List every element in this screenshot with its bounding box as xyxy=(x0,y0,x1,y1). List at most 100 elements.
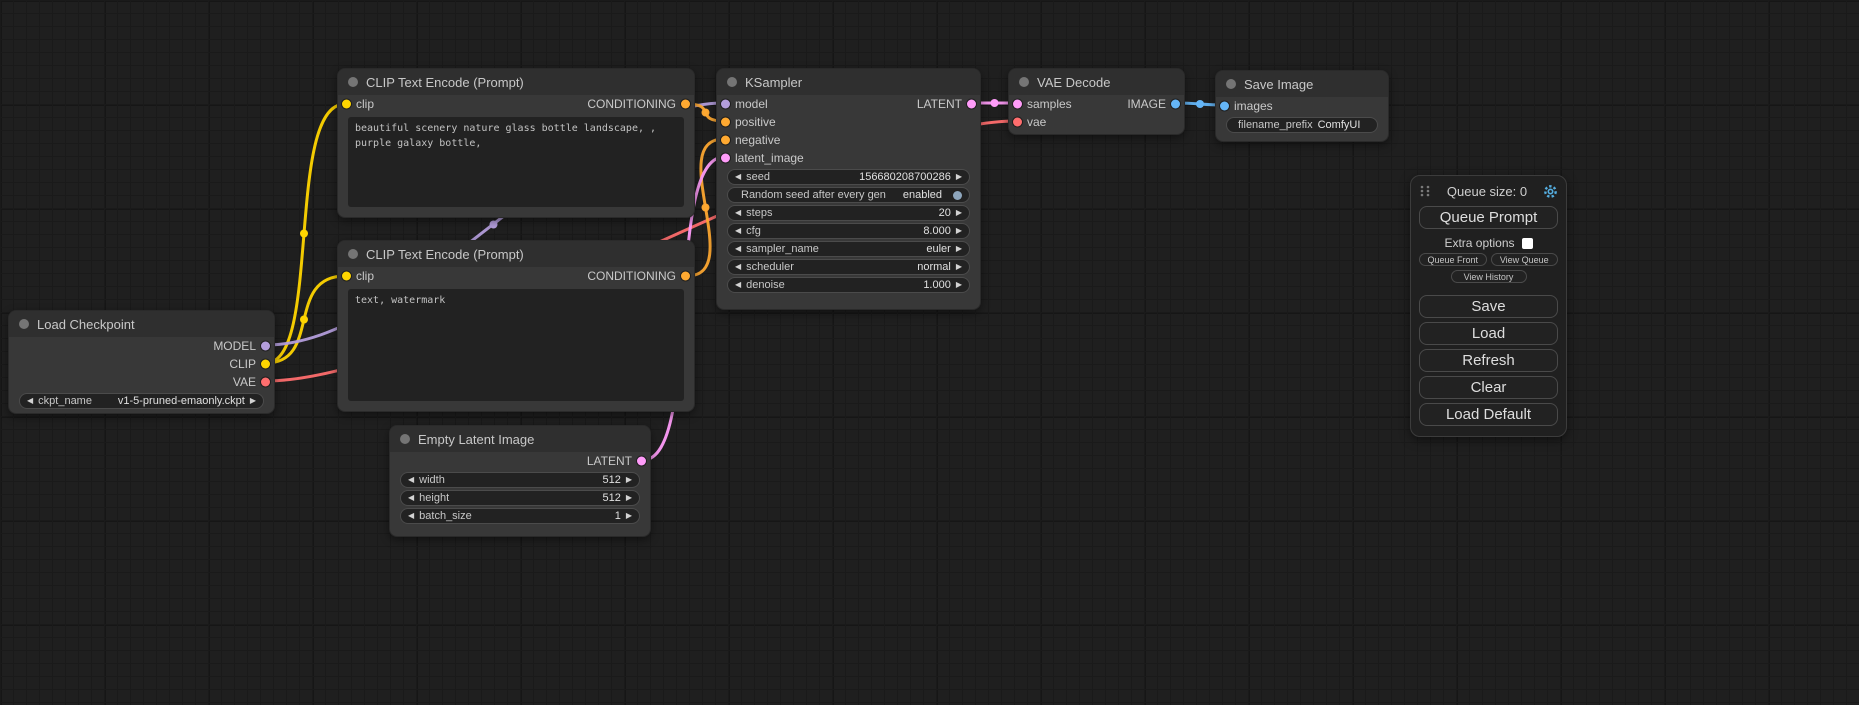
node-title: Load Checkpoint xyxy=(37,317,135,332)
node-title-bar[interactable]: Empty Latent Image xyxy=(390,426,650,452)
increment-arrow-icon[interactable]: ▶ xyxy=(250,397,256,405)
output-label-conditioning: CONDITIONING xyxy=(587,97,676,111)
node-title-bar[interactable]: Save Image xyxy=(1216,71,1388,97)
node-title-bar[interactable]: KSampler xyxy=(717,69,980,95)
input-port-images[interactable] xyxy=(1220,102,1229,111)
widget-cfg[interactable]: ◀ cfg 8.000 ▶ xyxy=(727,223,970,239)
widget-name: steps xyxy=(746,207,772,219)
decrement-arrow-icon[interactable]: ◀ xyxy=(735,263,741,271)
widget-denoise[interactable]: ◀ denoise 1.000 ▶ xyxy=(727,277,970,293)
drag-handle-icon[interactable] xyxy=(1419,184,1431,198)
node-clip-text-encode-positive[interactable]: CLIP Text Encode (Prompt) clip CONDITION… xyxy=(337,68,695,218)
decrement-arrow-icon[interactable]: ◀ xyxy=(408,476,414,484)
node-load-checkpoint[interactable]: Load Checkpoint MODEL CLIP VAE ◀ ckpt_na… xyxy=(8,310,275,414)
output-port-conditioning[interactable] xyxy=(681,100,690,109)
collapse-dot-icon[interactable] xyxy=(1226,79,1236,89)
input-label-latent-image: latent_image xyxy=(735,151,804,165)
output-port-conditioning[interactable] xyxy=(681,272,690,281)
node-vae-decode[interactable]: VAE Decode samples IMAGE vae xyxy=(1008,68,1185,135)
decrement-arrow-icon[interactable]: ◀ xyxy=(735,281,741,289)
graph-canvas[interactable]: Load Checkpoint MODEL CLIP VAE ◀ ckpt_na… xyxy=(0,0,1859,705)
node-title: CLIP Text Encode (Prompt) xyxy=(366,75,524,90)
increment-arrow-icon[interactable]: ▶ xyxy=(626,476,632,484)
negative-prompt-textarea[interactable]: text, watermark xyxy=(348,289,684,401)
output-label-clip: CLIP xyxy=(229,357,256,371)
load-button[interactable]: Load xyxy=(1419,322,1558,345)
widget-random-seed-toggle[interactable]: Random seed after every gen enabled xyxy=(727,187,970,203)
decrement-arrow-icon[interactable]: ◀ xyxy=(408,494,414,502)
input-port-samples[interactable] xyxy=(1013,100,1022,109)
toggle-dot-icon[interactable] xyxy=(953,191,962,200)
collapse-dot-icon[interactable] xyxy=(19,319,29,329)
node-title-bar[interactable]: VAE Decode xyxy=(1009,69,1184,95)
input-port-model[interactable] xyxy=(721,100,730,109)
output-port-latent[interactable] xyxy=(967,100,976,109)
queue-front-button[interactable]: Queue Front xyxy=(1419,253,1487,266)
node-empty-latent-image[interactable]: Empty Latent Image LATENT ◀ width 512 ▶ … xyxy=(389,425,651,537)
input-port-positive[interactable] xyxy=(721,118,730,127)
widget-sampler-name[interactable]: ◀ sampler_name euler ▶ xyxy=(727,241,970,257)
increment-arrow-icon[interactable]: ▶ xyxy=(956,209,962,217)
increment-arrow-icon[interactable]: ▶ xyxy=(626,512,632,520)
input-port-negative[interactable] xyxy=(721,136,730,145)
settings-gear-icon[interactable] xyxy=(1543,184,1558,199)
widget-scheduler[interactable]: ◀ scheduler normal ▶ xyxy=(727,259,970,275)
decrement-arrow-icon[interactable]: ◀ xyxy=(735,245,741,253)
widget-value: 156680208700286 xyxy=(859,171,951,183)
decrement-arrow-icon[interactable]: ◀ xyxy=(408,512,414,520)
view-queue-button[interactable]: View Queue xyxy=(1491,253,1559,266)
increment-arrow-icon[interactable]: ▶ xyxy=(956,263,962,271)
widget-value: v1-5-pruned-emaonly.ckpt xyxy=(118,395,245,407)
link-midpoint-dot xyxy=(702,204,710,212)
input-port-latent-image[interactable] xyxy=(721,154,730,163)
widget-batch-size[interactable]: ◀ batch_size 1 ▶ xyxy=(400,508,640,524)
widget-filename-prefix[interactable]: filename_prefix ComfyUI xyxy=(1226,117,1378,133)
output-port-vae[interactable] xyxy=(261,378,270,387)
increment-arrow-icon[interactable]: ▶ xyxy=(956,245,962,253)
extra-options-checkbox[interactable] xyxy=(1522,238,1533,249)
output-port-model[interactable] xyxy=(261,342,270,351)
output-label-model: MODEL xyxy=(213,339,256,353)
increment-arrow-icon[interactable]: ▶ xyxy=(956,281,962,289)
decrement-arrow-icon[interactable]: ◀ xyxy=(735,173,741,181)
widget-width[interactable]: ◀ width 512 ▶ xyxy=(400,472,640,488)
widget-steps[interactable]: ◀ steps 20 ▶ xyxy=(727,205,970,221)
increment-arrow-icon[interactable]: ▶ xyxy=(956,173,962,181)
decrement-arrow-icon[interactable]: ◀ xyxy=(27,397,33,405)
widget-name: cfg xyxy=(746,225,761,237)
collapse-dot-icon[interactable] xyxy=(348,77,358,87)
slot-row: negative xyxy=(717,131,980,149)
input-port-clip[interactable] xyxy=(342,100,351,109)
widget-name: denoise xyxy=(746,279,785,291)
decrement-arrow-icon[interactable]: ◀ xyxy=(735,209,741,217)
node-title-bar[interactable]: Load Checkpoint xyxy=(9,311,274,337)
refresh-button[interactable]: Refresh xyxy=(1419,349,1558,372)
input-port-clip[interactable] xyxy=(342,272,351,281)
increment-arrow-icon[interactable]: ▶ xyxy=(626,494,632,502)
node-title-bar[interactable]: CLIP Text Encode (Prompt) xyxy=(338,69,694,95)
decrement-arrow-icon[interactable]: ◀ xyxy=(735,227,741,235)
collapse-dot-icon[interactable] xyxy=(348,249,358,259)
positive-prompt-textarea[interactable]: beautiful scenery nature glass bottle la… xyxy=(348,117,684,207)
save-button[interactable]: Save xyxy=(1419,295,1558,318)
collapse-dot-icon[interactable] xyxy=(727,77,737,87)
input-port-vae[interactable] xyxy=(1013,118,1022,127)
view-history-button[interactable]: View History xyxy=(1451,270,1527,283)
load-default-button[interactable]: Load Default xyxy=(1419,403,1558,426)
collapse-dot-icon[interactable] xyxy=(1019,77,1029,87)
collapse-dot-icon[interactable] xyxy=(400,434,410,444)
queue-prompt-button[interactable]: Queue Prompt xyxy=(1419,206,1558,229)
node-clip-text-encode-negative[interactable]: CLIP Text Encode (Prompt) clip CONDITION… xyxy=(337,240,695,412)
node-title-bar[interactable]: CLIP Text Encode (Prompt) xyxy=(338,241,694,267)
widget-seed[interactable]: ◀ seed 156680208700286 ▶ xyxy=(727,169,970,185)
node-save-image[interactable]: Save Image images filename_prefix ComfyU… xyxy=(1215,70,1389,142)
increment-arrow-icon[interactable]: ▶ xyxy=(956,227,962,235)
queue-size-label: Queue size: 0 xyxy=(1431,184,1543,199)
output-port-image[interactable] xyxy=(1171,100,1180,109)
widget-height[interactable]: ◀ height 512 ▶ xyxy=(400,490,640,506)
output-port-clip[interactable] xyxy=(261,360,270,369)
widget-ckpt-name[interactable]: ◀ ckpt_name v1-5-pruned-emaonly.ckpt ▶ xyxy=(19,393,264,409)
node-ksampler[interactable]: KSampler model LATENT positive negative … xyxy=(716,68,981,310)
clear-button[interactable]: Clear xyxy=(1419,376,1558,399)
output-port-latent[interactable] xyxy=(637,457,646,466)
